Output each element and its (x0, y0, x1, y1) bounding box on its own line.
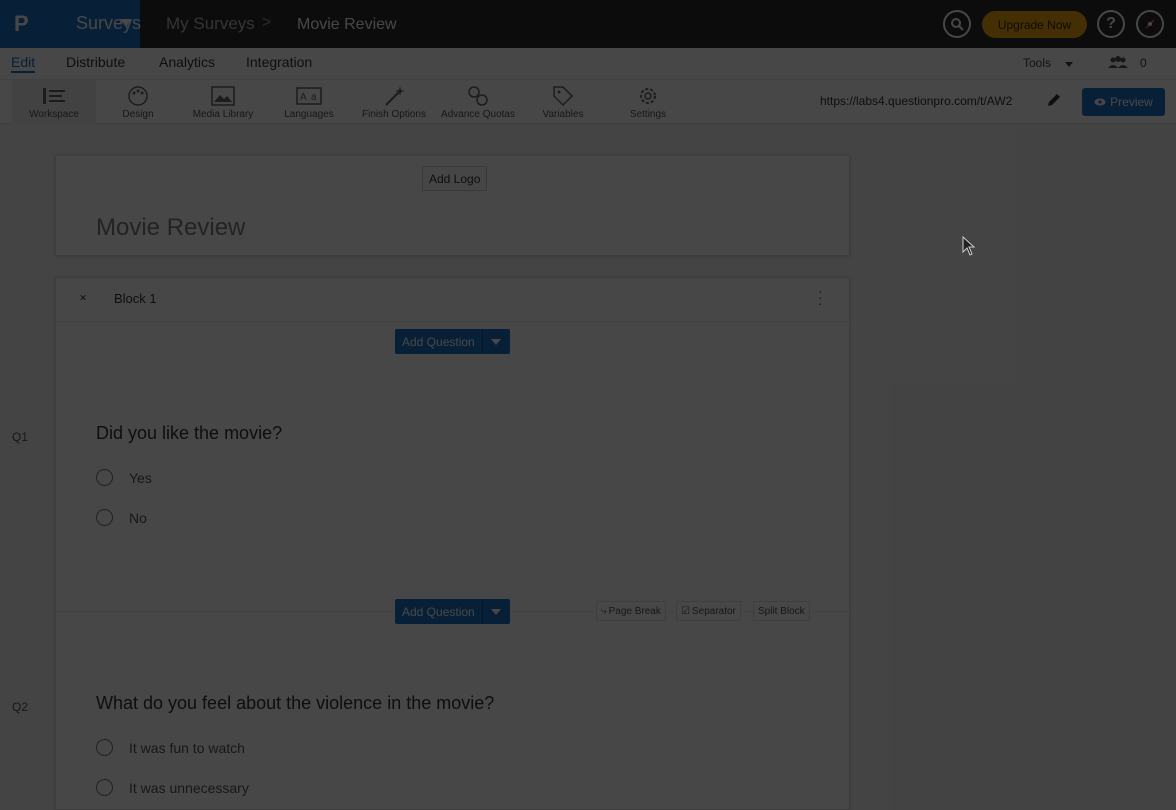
block-header: ⌄ ⌃ Block 1 · · · (56, 278, 849, 322)
brand-logo: P (14, 11, 29, 36)
tab-integration[interactable]: Integration (246, 54, 312, 70)
option-label: Yes (129, 469, 152, 486)
translate-icon: Aa (296, 87, 322, 105)
tool-media-library[interactable]: Media Library (190, 80, 256, 124)
tool-languages[interactable]: Aa Languages (282, 80, 336, 124)
svg-text:A: A (300, 92, 307, 103)
question-number: Q2 (12, 700, 29, 714)
preview-label: Preview (1110, 95, 1153, 109)
page-break-icon: ⤷ (601, 605, 607, 617)
radio-button[interactable] (96, 739, 113, 756)
separator-label: Separator (691, 605, 736, 617)
caret-down-icon (491, 608, 502, 615)
search-icon (951, 18, 964, 31)
answer-option[interactable]: No (96, 509, 147, 526)
tab-analytics[interactable]: Analytics (159, 54, 215, 70)
answer-option[interactable]: Yes (96, 469, 152, 486)
tool-label: Settings (629, 109, 667, 120)
question-number: Q1 (12, 430, 29, 444)
tools-menu[interactable]: Tools (1023, 56, 1051, 70)
collaborators-count: 0 (1140, 56, 1147, 70)
answer-option[interactable]: It was unnecessary (96, 779, 249, 796)
quota-icon (468, 86, 488, 106)
gear-icon (640, 88, 656, 104)
question-text[interactable]: Did you like the movie? (96, 423, 282, 444)
radio-button[interactable] (96, 469, 113, 486)
survey-url[interactable]: https://labs4.questionpro.com/t/AW2 (820, 94, 1025, 108)
tool-label: Finish Options (362, 109, 426, 120)
survey-title[interactable]: Movie Review (96, 214, 245, 242)
add-question-between[interactable]: Add Question (395, 599, 510, 624)
option-label: It was fun to watch (129, 739, 245, 756)
preview-button[interactable]: Preview (1082, 88, 1165, 116)
tool-label: Workspace (29, 109, 79, 120)
tool-label: Media Library (192, 109, 254, 120)
tool-workspace[interactable]: Workspace (12, 80, 96, 124)
option-label: It was unnecessary (129, 779, 249, 796)
page-break-label: Page Break (608, 605, 661, 617)
tool-design[interactable]: Design (110, 80, 166, 124)
wand-icon (385, 86, 405, 106)
palette-icon (128, 86, 148, 106)
separator-button[interactable]: ☑ Separator (676, 601, 741, 621)
editor-toolbar: Workspace Design Media Library Aa Langua… (0, 80, 1176, 124)
upgrade-now-button[interactable]: Upgrade Now (982, 11, 1087, 38)
tool-finish-options[interactable]: Finish Options (360, 80, 428, 124)
checkbox-icon: ☑ (681, 605, 690, 617)
chevron-right-icon: > (262, 14, 272, 31)
tool-advance-quotas[interactable]: Advance Quotas (440, 80, 516, 124)
block-menu-icon[interactable]: · · · (818, 284, 823, 310)
tab-edit[interactable]: Edit (11, 54, 36, 73)
split-block-button[interactable]: Split Block (753, 601, 810, 621)
collapse-block-icon[interactable]: ⌄ ⌃ (78, 288, 88, 308)
add-question-dropdown[interactable] (481, 329, 510, 354)
answer-option[interactable]: It was fun to watch (96, 739, 245, 756)
tool-settings[interactable]: Settings (626, 80, 670, 124)
top-bar: P Surveys My Surveys > Movie Review Upgr… (0, 0, 1176, 48)
user-avatar[interactable] (1136, 10, 1164, 38)
users-icon (1108, 56, 1128, 68)
add-question-top[interactable]: Add Question (395, 329, 510, 354)
radio-button[interactable] (96, 779, 113, 796)
breadcrumb-current-survey: Movie Review (297, 16, 397, 33)
tool-label: Variables (542, 109, 584, 120)
block-title[interactable]: Block 1 (114, 291, 157, 306)
avatar-icon (1145, 19, 1155, 29)
collaborators-button[interactable] (1107, 56, 1129, 71)
add-question-button[interactable]: Add Question (395, 599, 482, 624)
help-icon: ? (1106, 15, 1116, 32)
page-break-button[interactable]: ⤷ Page Break (596, 601, 666, 621)
breadcrumb-my-surveys[interactable]: My Surveys (166, 14, 255, 34)
workspace-icon (43, 88, 65, 104)
tool-label: Design (122, 109, 154, 120)
pencil-icon (1048, 94, 1060, 106)
edit-url-button[interactable] (1046, 92, 1062, 113)
tool-label: Advance Quotas (441, 109, 515, 120)
search-button[interactable] (943, 10, 971, 38)
question-text[interactable]: What do you feel about the violence in t… (96, 693, 494, 714)
eye-icon (1094, 98, 1106, 106)
add-question-button[interactable]: Add Question (395, 329, 482, 354)
tag-icon (553, 86, 574, 107)
help-button[interactable]: ? (1097, 10, 1125, 38)
mouse-cursor-icon (962, 236, 976, 256)
survey-header-card: Add Logo Movie Review (55, 155, 850, 256)
tool-variables[interactable]: Variables (538, 80, 588, 124)
radio-button[interactable] (96, 509, 113, 526)
image-icon (211, 86, 235, 106)
add-question-dropdown[interactable] (481, 599, 510, 624)
product-switcher[interactable]: P Surveys (0, 0, 141, 48)
tool-label: Languages (284, 109, 334, 120)
option-label: No (129, 509, 147, 526)
tab-distribute[interactable]: Distribute (66, 54, 125, 70)
caret-down-icon (1065, 62, 1073, 67)
add-logo-button[interactable]: Add Logo (422, 166, 488, 191)
svg-text:a: a (311, 92, 317, 103)
section-tabs: Edit Distribute Analytics Integration To… (0, 48, 1176, 80)
caret-down-icon (491, 338, 502, 345)
survey-block: ⌄ ⌃ Block 1 · · · Add Question Did you like… (55, 277, 850, 810)
caret-down-icon (120, 19, 132, 27)
